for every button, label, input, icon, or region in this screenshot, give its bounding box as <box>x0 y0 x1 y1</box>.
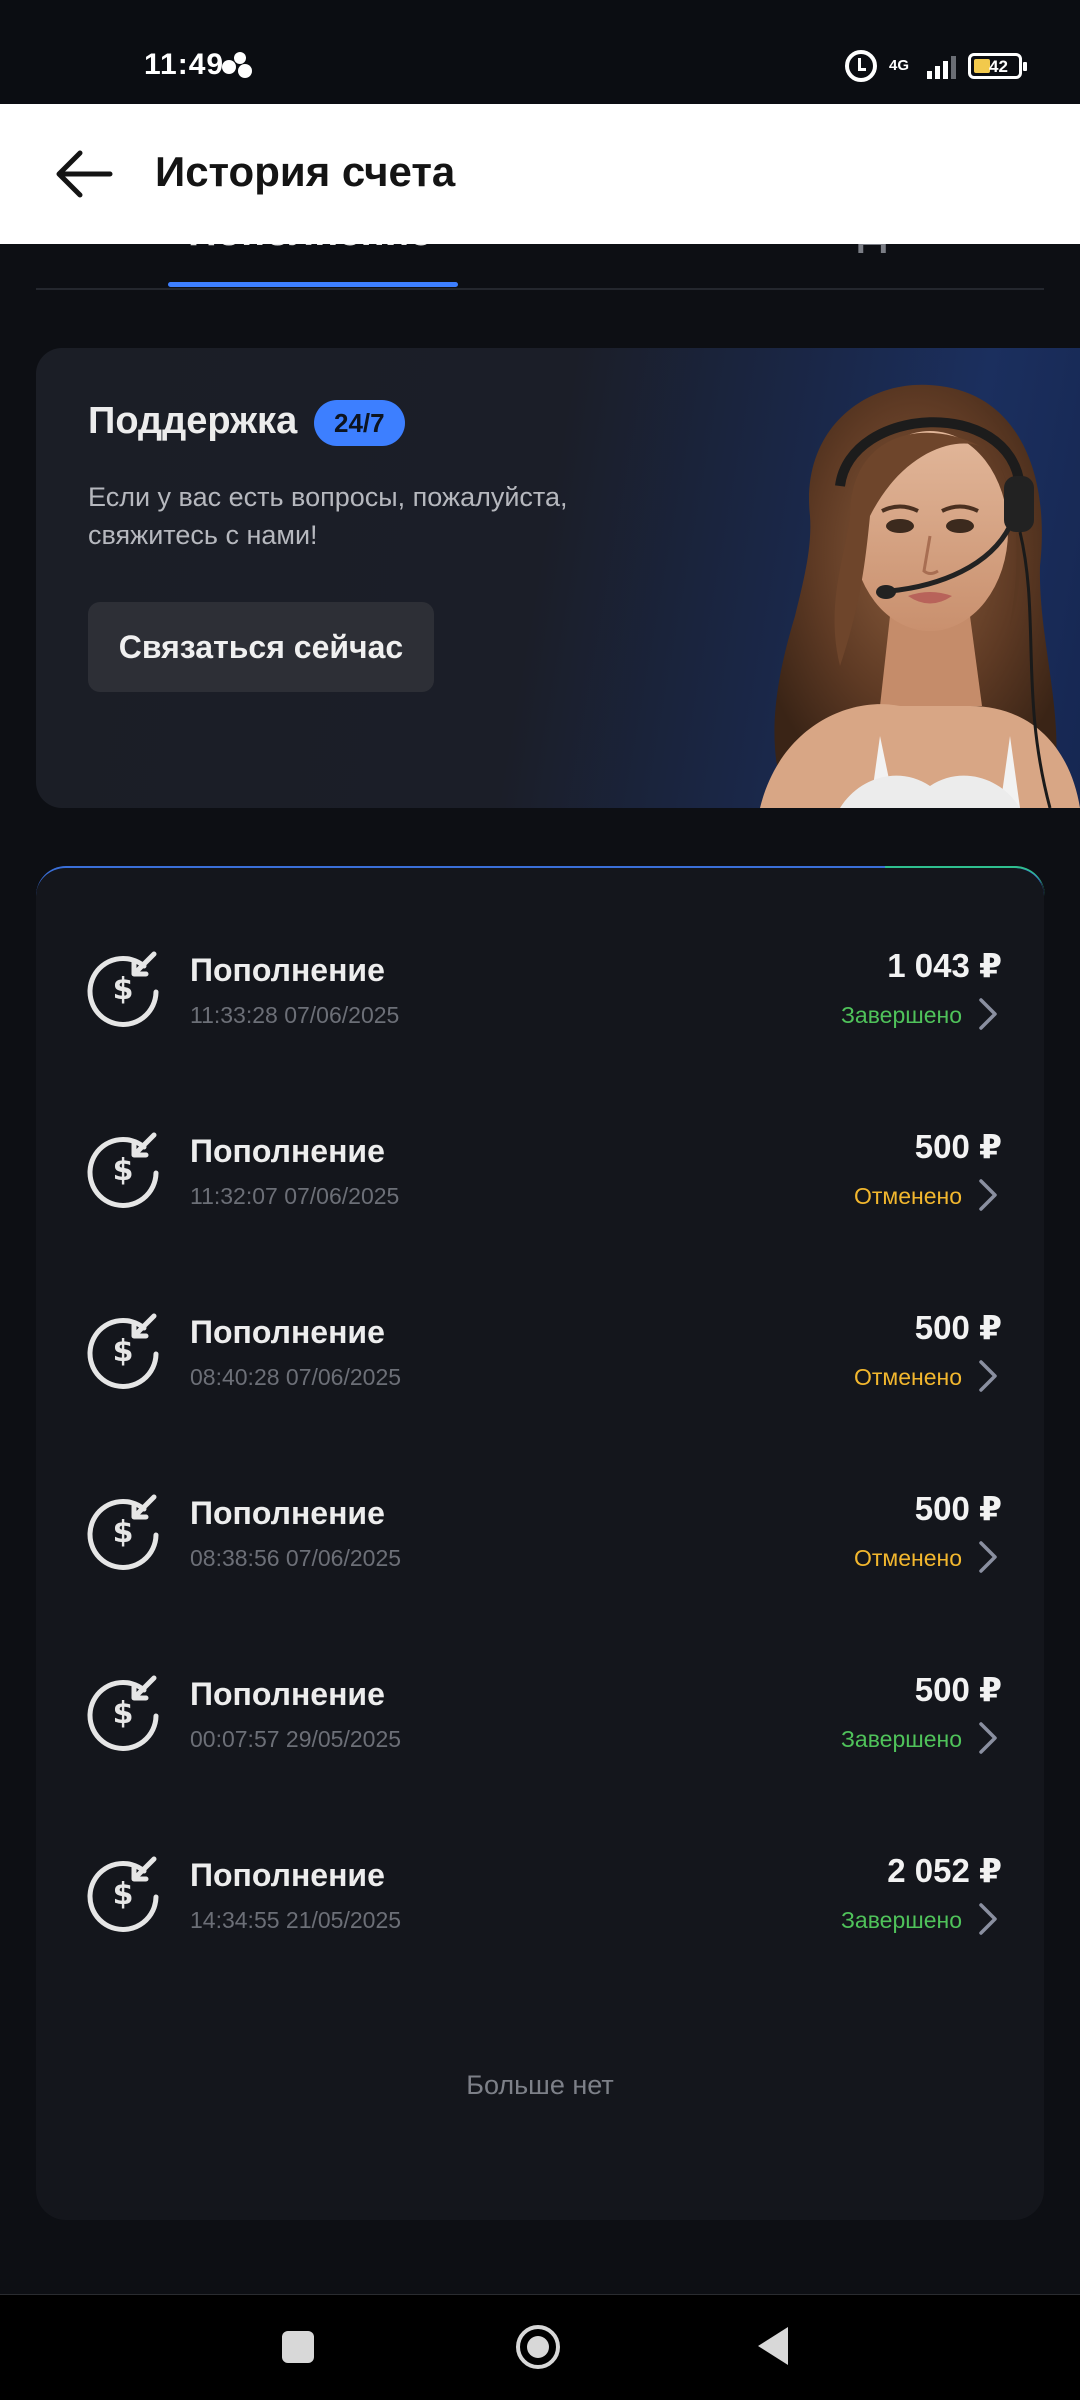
transaction-row[interactable]: $ Пополнение 11:32:07 07/06/2025 500 ₽ О… <box>36 1113 1044 1233</box>
tab-active-indicator <box>168 282 458 287</box>
svg-text:$: $ <box>113 1515 134 1550</box>
transaction-status: Завершено <box>841 1002 962 1028</box>
battery-level: 42 <box>989 57 1008 76</box>
status-icons: 4G 42 <box>845 46 1027 86</box>
transaction-title: Пополнение <box>190 1857 385 1893</box>
support-text: Если у вас есть вопросы, пожалуйста, свя… <box>88 482 568 550</box>
transaction-date: 11:32:07 07/06/2025 <box>190 1183 400 1209</box>
app-header: История счета <box>0 104 1080 244</box>
transaction-row[interactable]: $ Пополнение 08:38:56 07/06/2025 500 ₽ О… <box>36 1475 1044 1595</box>
svg-text:$: $ <box>113 972 134 1007</box>
transactions-panel: $ Пополнение 11:33:28 07/06/2025 1 043 ₽… <box>36 866 1045 2220</box>
status-bar: 11:49 4G 42 <box>0 0 1080 104</box>
back-triangle-icon[interactable] <box>758 2327 788 2365</box>
page-title: История счета <box>155 148 456 195</box>
support-card: Поддержка 24/7 Если у вас есть вопросы, … <box>36 348 1080 808</box>
transaction-row[interactable]: $ Пополнение 14:34:55 21/05/2025 2 052 ₽… <box>36 1837 1044 1957</box>
chevron-right-icon <box>979 1722 997 1754</box>
svg-text:$: $ <box>113 1334 134 1369</box>
transaction-title: Пополнение <box>190 1495 385 1531</box>
deposit-icon: $ <box>87 1675 159 1751</box>
chevron-right-icon <box>979 998 997 1030</box>
chevron-right-icon <box>979 1541 997 1573</box>
screen: 11:49 4G 42 Пополнение Д История <box>0 0 1080 2400</box>
transaction-date: 08:40:28 07/06/2025 <box>190 1364 402 1390</box>
chevron-right-icon <box>979 1179 997 1211</box>
support-title: Поддержка <box>88 400 298 442</box>
transaction-title: Пополнение <box>190 1133 385 1169</box>
alarm-icon <box>845 50 877 82</box>
chevron-right-icon <box>979 1903 997 1935</box>
transaction-status: Отменено <box>853 1545 962 1571</box>
system-nav-bar <box>0 2294 1080 2400</box>
recent-apps-icon[interactable] <box>282 2331 314 2363</box>
transaction-status: Отменено <box>853 1183 962 1209</box>
svg-text:$: $ <box>113 1877 134 1912</box>
transaction-status: Отменено <box>853 1364 962 1390</box>
transaction-row[interactable]: $ Пополнение 00:07:57 29/05/2025 500 ₽ З… <box>36 1656 1044 1776</box>
network-type: 4G <box>889 57 910 74</box>
battery-icon: 42 <box>968 53 1027 79</box>
transaction-status: Завершено <box>841 1907 962 1933</box>
transaction-title: Пополнение <box>190 952 385 988</box>
no-more-label: Больше нет <box>466 2070 614 2100</box>
transaction-title: Пополнение <box>190 1314 385 1350</box>
support-agent-image <box>760 384 1080 808</box>
transaction-amount: 500 ₽ <box>914 1490 1002 1527</box>
deposit-icon: $ <box>87 1856 159 1932</box>
svg-text:$: $ <box>113 1153 134 1188</box>
deposit-icon: $ <box>87 1313 159 1389</box>
transaction-row[interactable]: $ Пополнение 11:33:28 07/06/2025 1 043 ₽… <box>36 932 1044 1052</box>
support-badge: 24/7 <box>314 400 405 446</box>
transaction-amount: 500 ₽ <box>914 1309 1002 1346</box>
transaction-amount: 1 043 ₽ <box>887 947 1002 984</box>
transaction-amount: 500 ₽ <box>914 1128 1002 1165</box>
back-arrow-icon[interactable] <box>50 140 118 208</box>
transaction-row[interactable]: $ Пополнение 08:40:28 07/06/2025 500 ₽ О… <box>36 1294 1044 1414</box>
status-time: 11:49 <box>144 48 225 81</box>
deposit-icon: $ <box>87 1494 159 1570</box>
transaction-status: Завершено <box>841 1726 962 1752</box>
transaction-date: 14:34:55 21/05/2025 <box>190 1907 402 1933</box>
transaction-title: Пополнение <box>190 1676 385 1712</box>
transaction-amount: 2 052 ₽ <box>887 1852 1002 1889</box>
chevron-right-icon <box>979 1360 997 1392</box>
home-icon[interactable] <box>516 2325 560 2369</box>
tabs-divider <box>36 288 1044 290</box>
transaction-date: 08:38:56 07/06/2025 <box>190 1545 402 1571</box>
deposit-icon: $ <box>87 1132 159 1208</box>
transaction-date: 00:07:57 29/05/2025 <box>190 1726 402 1752</box>
notification-dots-icon <box>222 52 254 80</box>
transaction-date: 11:33:28 07/06/2025 <box>190 1002 400 1028</box>
deposit-icon: $ <box>87 951 159 1027</box>
svg-text:$: $ <box>113 1696 134 1731</box>
transaction-amount: 500 ₽ <box>914 1671 1002 1708</box>
contact-now-button[interactable]: Связаться сейчас <box>88 602 434 692</box>
signal-icon <box>927 53 956 79</box>
